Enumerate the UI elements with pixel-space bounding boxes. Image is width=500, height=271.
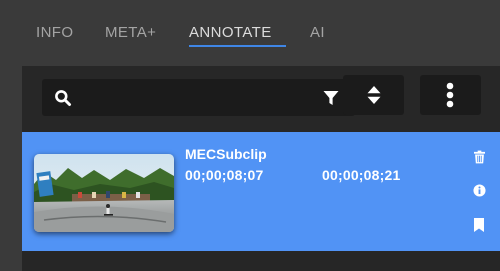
sort-icon	[367, 86, 381, 104]
tab-info[interactable]: INFO	[36, 24, 73, 42]
tab-annotate[interactable]: ANNOTATE	[189, 24, 272, 42]
search-input[interactable]	[82, 79, 302, 116]
tab-meta-plus[interactable]: META+	[105, 24, 156, 42]
clip-timecode-out: 00;00;08;21	[322, 167, 401, 183]
more-options-button[interactable]	[420, 75, 481, 115]
info-icon[interactable]	[473, 184, 486, 197]
more-vertical-icon	[446, 82, 454, 108]
clip-name: MECSubclip	[185, 146, 267, 162]
search-icon	[55, 90, 71, 106]
clip-thumbnail	[34, 154, 174, 232]
search-bar	[42, 79, 355, 116]
tab-ai[interactable]: AI	[310, 24, 325, 42]
skatepark-thumbnail-image	[34, 154, 174, 232]
active-tab-indicator	[189, 45, 286, 47]
filter-icon[interactable]	[323, 90, 339, 106]
annotate-panel: MECSubclip 00;00;08;07 00;00;08;21	[22, 66, 500, 271]
tab-bar: INFO META+ ANNOTATE AI	[0, 0, 500, 66]
trash-icon[interactable]	[474, 150, 485, 164]
bookmark-icon[interactable]	[474, 218, 484, 232]
clip-timecode-in: 00;00;08;07	[185, 167, 264, 183]
clip-list-item[interactable]: MECSubclip 00;00;08;07 00;00;08;21	[22, 132, 500, 251]
sort-button[interactable]	[343, 75, 404, 115]
list-footer	[22, 251, 500, 271]
